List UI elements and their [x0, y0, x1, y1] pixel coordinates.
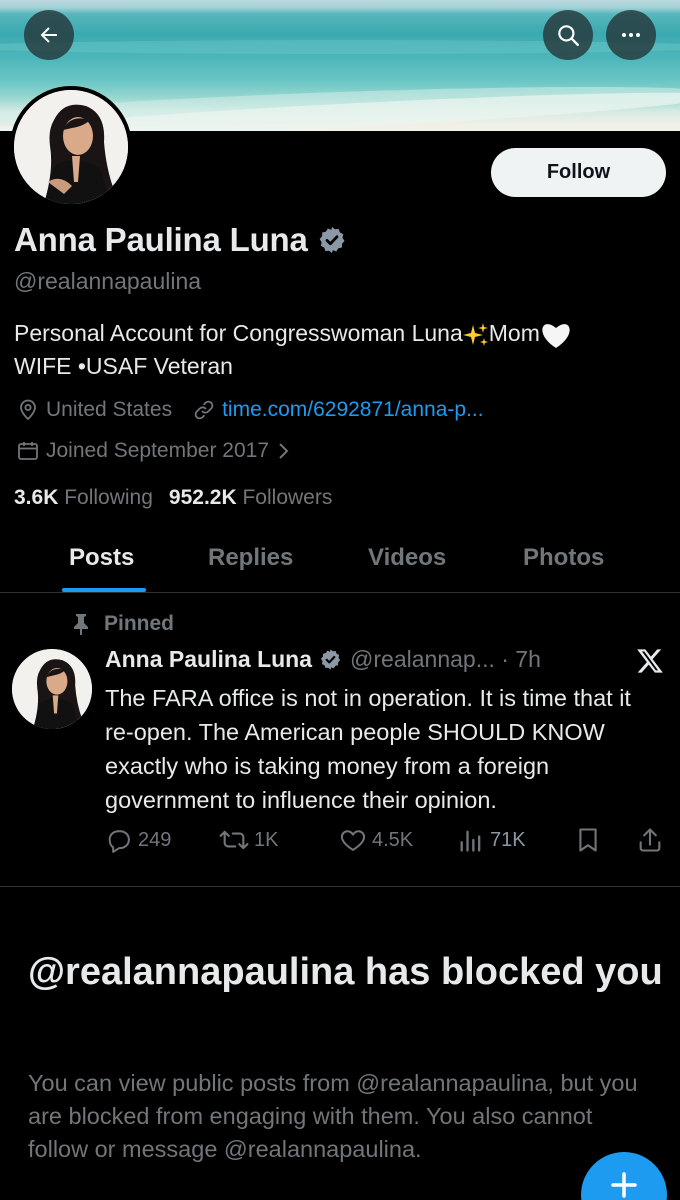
bio-line-1: Personal Account for Congresswoman Luna: [14, 320, 463, 346]
views-count: 71K: [490, 828, 526, 851]
reply-icon: [108, 830, 130, 853]
white-heart-icon: [542, 323, 570, 348]
more-options-button[interactable]: [606, 10, 656, 60]
views-icon: [460, 830, 481, 852]
tweet-header: Anna Paulina Luna @realannap... · 7h: [105, 646, 541, 673]
pinned-label: Pinned: [104, 612, 175, 635]
active-tab-indicator: [62, 588, 146, 592]
profile-tabs: Posts Replies Videos Photos: [0, 530, 680, 593]
verified-badge-icon[interactable]: [317, 225, 347, 255]
profile-name-row: Anna Paulina Luna: [14, 221, 347, 259]
joined-row[interactable]: Joined September 2017: [16, 439, 291, 463]
tab-photos[interactable]: Photos: [523, 544, 604, 572]
tweet-handle-time: @realannap... · 7h: [350, 646, 541, 672]
avatar-photo: [14, 90, 128, 204]
search-button[interactable]: [543, 10, 593, 60]
link-icon: [194, 400, 214, 420]
tab-posts[interactable]: Posts: [69, 544, 134, 572]
calendar-icon: [18, 442, 38, 460]
bookmark-icon: [579, 828, 597, 852]
like-count: 4.5K: [372, 828, 414, 851]
joined-text: Joined September 2017: [46, 439, 269, 462]
profile-bio: Personal Account for Congresswoman Luna …: [14, 317, 674, 383]
location-link-row: United States time.com/6292871/anna-p...: [16, 398, 484, 422]
pin-icon: [74, 614, 88, 635]
section-divider: [0, 886, 680, 887]
search-icon: [558, 25, 579, 46]
avatar-photo: [12, 649, 92, 729]
more-icon: [622, 33, 640, 37]
chevron-right-icon: [279, 443, 289, 459]
verified-badge-icon: [321, 649, 341, 670]
repost-icon: [219, 830, 249, 850]
x-logo-icon: [637, 649, 663, 673]
blocked-message: You can view public posts from @realanna…: [28, 1070, 638, 1162]
profile-handle: @realannapaulina: [14, 268, 202, 294]
tweet-text: The FARA office is not in operation. It …: [105, 685, 631, 813]
plus-icon: [611, 1172, 637, 1198]
follow-stats: 3.6K Following 952.2K Followers: [14, 486, 332, 510]
follow-button[interactable]: Follow: [491, 148, 666, 197]
following-stat[interactable]: 3.6K Following: [14, 486, 153, 510]
profile-website-link[interactable]: time.com/6292871/anna-p...: [222, 398, 484, 422]
bio-mom: Mom: [488, 320, 540, 346]
location-text: United States: [46, 398, 173, 421]
back-button[interactable]: [24, 10, 74, 60]
blocked-title: @realannapaulina has blocked you: [28, 951, 663, 993]
share-icon: [639, 828, 661, 852]
x-logo-button[interactable]: [636, 648, 664, 679]
bio-line-2: WIFE •USAF Veteran: [14, 353, 233, 379]
display-name: Anna Paulina Luna: [14, 221, 308, 258]
like-icon: [340, 830, 366, 851]
bookmark-button[interactable]: [574, 826, 602, 854]
tweet-actions: 249 1K 4.5K 71K: [104, 826, 664, 860]
profile-avatar[interactable]: [10, 86, 132, 208]
back-arrow-icon: [40, 27, 57, 43]
sparkles-icon: [462, 322, 488, 346]
tab-replies[interactable]: Replies: [208, 544, 293, 572]
share-button[interactable]: [636, 826, 664, 854]
like-button[interactable]: 4.5K: [338, 826, 413, 854]
tweet-author-name[interactable]: Anna Paulina Luna: [105, 646, 312, 673]
reply-count: 249: [138, 828, 172, 851]
reply-button[interactable]: 249: [104, 826, 171, 854]
location-icon: [20, 399, 36, 421]
views-button[interactable]: 71K: [456, 826, 526, 854]
pinned-label-row: Pinned: [72, 612, 174, 636]
repost-button[interactable]: 1K: [218, 826, 278, 854]
followers-stat[interactable]: 952.2K Followers: [169, 486, 332, 510]
tab-videos[interactable]: Videos: [368, 544, 446, 572]
repost-count: 1K: [254, 828, 279, 851]
tweet-avatar[interactable]: [12, 649, 92, 729]
